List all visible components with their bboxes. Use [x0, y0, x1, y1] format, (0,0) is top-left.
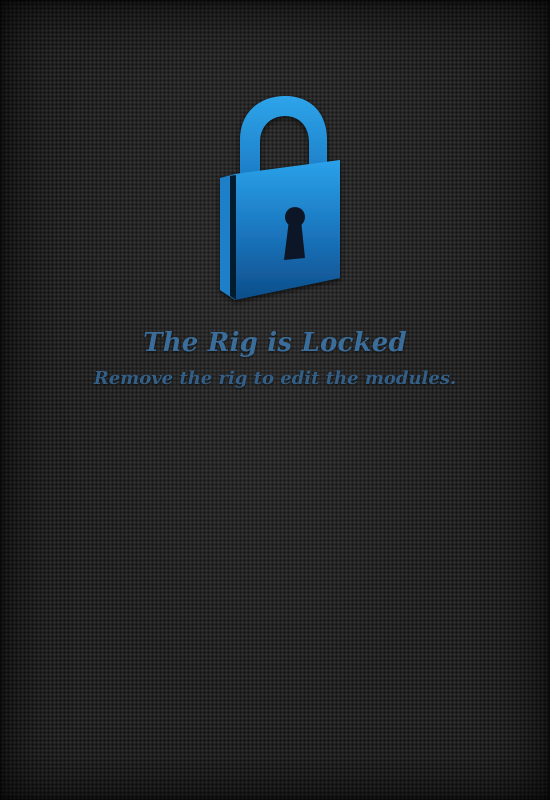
padlock-icon: [205, 90, 355, 310]
lock-screen-panel: The Rig is Locked Remove the rig to edit…: [0, 0, 550, 800]
lock-title: The Rig is Locked: [143, 328, 407, 358]
lock-message: Remove the rig to edit the modules.: [93, 368, 457, 389]
